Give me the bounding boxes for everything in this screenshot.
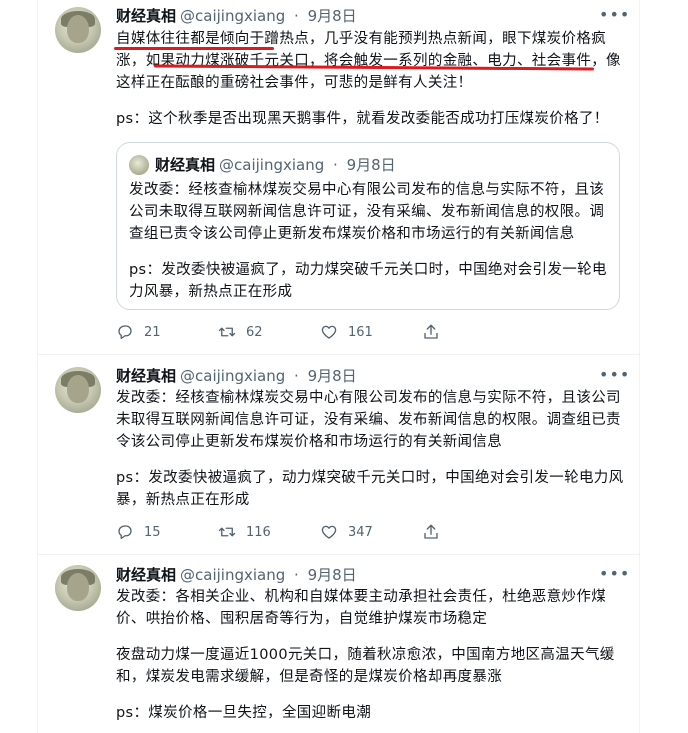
tweet-date[interactable]: 9月8日	[308, 367, 357, 385]
retweet-button[interactable]: 116	[218, 522, 271, 542]
tweet-paragraph: 发改委：经核查榆林煤炭交易中心有限公司发布的信息与实际不符，且该公司未取得互联网…	[116, 390, 621, 450]
avatar	[129, 155, 149, 175]
tweet-actions: 21 62 161	[116, 322, 616, 342]
tweet-paragraph: ps：煤炭价格一旦失控，全国迎断电潮	[116, 705, 372, 721]
quoted-tweet-header: 财经真相 @caijingxiang · 9月8日	[155, 155, 396, 175]
tweet-header: 财经真相 @caijingxiang · 9月8日	[116, 565, 357, 585]
avatar[interactable]	[55, 565, 101, 611]
quoted-tweet-text: 发改委：经核查榆林煤炭交易中心有限公司发布的信息与实际不符，且该公司未取得互联网…	[129, 179, 611, 303]
quoted-tweet[interactable]: 财经真相 @caijingxiang · 9月8日 发改委：经核查榆林煤炭交易中心…	[116, 142, 620, 310]
retweet-icon	[218, 527, 236, 537]
reply-count: 21	[144, 324, 161, 340]
tweet-header: 财经真相 @caijingxiang · 9月8日	[116, 366, 357, 386]
retweet-button[interactable]: 62	[218, 322, 263, 342]
reply-button[interactable]: 21	[116, 322, 161, 342]
avatar[interactable]	[55, 7, 101, 53]
timeline: 财经真相 @caijingxiang · 9月8日 ••• 自媒体往往都是倾向于蹭…	[37, 0, 640, 733]
author-handle[interactable]: @caijingxiang	[180, 7, 285, 25]
tweet-header: 财经真相 @caijingxiang · 9月8日	[116, 6, 357, 26]
author-name[interactable]: 财经真相	[116, 7, 176, 25]
share-button[interactable]	[422, 522, 440, 542]
avatar[interactable]	[55, 367, 101, 413]
more-horizontal-icon[interactable]: •••	[599, 566, 629, 587]
tweet-text: 自媒体往往都是倾向于蹭热点，几乎没有能预判热点新闻，眼下煤炭价格疯涨，如果动力煤…	[116, 28, 628, 130]
author-handle[interactable]: @caijingxiang	[180, 367, 285, 385]
like-button[interactable]: 347	[320, 522, 373, 542]
heart-icon	[321, 525, 337, 539]
tweet-paragraph: ps：这个秋季是否出现黑天鹅事件，就看发改委能否成功打压煤炭价格了！	[116, 111, 609, 127]
separator: ·	[294, 566, 299, 584]
tweet-date[interactable]: 9月8日	[308, 7, 357, 25]
retweet-count: 116	[246, 524, 271, 540]
tweet-paragraph: 夜盘动力煤一度逼近1000元关口，随着秋凉愈浓，中国南方地区高温天气缓和，煤炭发…	[116, 647, 615, 685]
reply-count: 15	[144, 524, 161, 540]
like-count: 161	[348, 324, 373, 340]
more-horizontal-icon[interactable]: •••	[599, 7, 629, 28]
tweet-actions: 15 116 347	[116, 522, 616, 542]
separator: ·	[294, 367, 299, 385]
retweet-icon	[218, 327, 236, 337]
like-count: 347	[348, 524, 373, 540]
author-handle[interactable]: @caijingxiang	[180, 566, 285, 584]
separator: ·	[294, 7, 299, 25]
annotation-underline	[114, 47, 274, 50]
more-horizontal-icon[interactable]: •••	[599, 367, 629, 388]
share-button[interactable]	[422, 322, 440, 342]
tweet-date: 9月8日	[346, 156, 396, 174]
tweet-paragraph: ps：发改委快被逼疯了，动力煤突破千元关口时，中国绝对会引发一轮电力风暴，新热点…	[129, 262, 607, 300]
tweet-paragraph: 自媒体往往都是倾向于蹭热点，几乎没有能预判热点新闻，眼下煤炭价格疯涨，如果动力煤…	[116, 31, 621, 91]
reply-icon	[118, 325, 132, 340]
tweet-paragraph: ps：发改委快被逼疯了，动力煤突破千元关口时，中国绝对会引发一轮电力风暴，新热点…	[116, 470, 624, 508]
retweet-count: 62	[246, 324, 263, 340]
share-icon	[424, 524, 438, 539]
share-icon	[424, 324, 438, 339]
tweet-date[interactable]: 9月8日	[308, 566, 357, 584]
reply-button[interactable]: 15	[116, 522, 161, 542]
tweet-text: 发改委：经核查榆林煤炭交易中心有限公司发布的信息与实际不符，且该公司未取得互联网…	[116, 387, 628, 511]
tweet[interactable]: 财经真相 @caijingxiang · 9月8日 ••• 发改委：经核查榆林煤炭…	[38, 355, 639, 555]
heart-icon	[321, 325, 337, 339]
reply-icon	[118, 525, 132, 540]
like-button[interactable]: 161	[320, 322, 373, 342]
author-handle: @caijingxiang	[219, 156, 325, 174]
tweet[interactable]: 财经真相 @caijingxiang · 9月8日 ••• 自媒体往往都是倾向于蹭…	[38, 0, 639, 355]
author-name: 财经真相	[155, 156, 216, 174]
author-name[interactable]: 财经真相	[116, 566, 176, 584]
tweet-paragraph: 发改委：各相关企业、机构和自媒体要主动承担社会责任，杜绝恶意炒作煤价、哄抬价格、…	[116, 589, 607, 627]
separator: ·	[333, 156, 338, 174]
tweet-text: 发改委：各相关企业、机构和自媒体要主动承担社会责任，杜绝恶意炒作煤价、哄抬价格、…	[116, 586, 628, 724]
tweet[interactable]: 财经真相 @caijingxiang · 9月8日 ••• 发改委：各相关企业、机…	[38, 555, 639, 733]
author-name[interactable]: 财经真相	[116, 367, 176, 385]
tweet-paragraph: 发改委：经核查榆林煤炭交易中心有限公司发布的信息与实际不符，且该公司未取得互联网…	[129, 182, 605, 242]
